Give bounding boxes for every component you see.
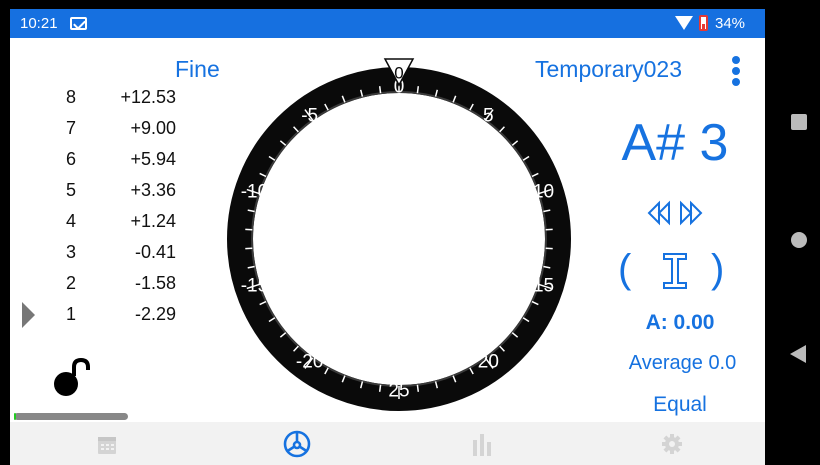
partial-row[interactable]: 7 +9.00 <box>66 118 196 149</box>
dial-tick <box>416 384 420 392</box>
note-name: A# 3 <box>621 114 729 172</box>
dial-label: 25 <box>388 381 409 402</box>
partial-cents: -1.58 <box>134 273 176 293</box>
status-bar: 10:21 34% <box>10 9 765 38</box>
battery-low-icon <box>699 15 708 31</box>
dial-zero-label: 0 <box>394 64 403 83</box>
status-time: 10:21 <box>20 15 58 32</box>
partial-number: 7 <box>66 118 77 138</box>
right-paren-icon: ) <box>711 247 725 291</box>
dial-label: -15 <box>241 275 268 296</box>
app-screen: 10:21 34% Fine Temporary023 8 +12.53 7 +9.0… <box>10 9 765 465</box>
steering-wheel-icon[interactable] <box>281 428 313 460</box>
dial-tick <box>378 86 382 94</box>
partial-number: 1 <box>66 304 77 324</box>
partial-cents: +3.36 <box>130 180 176 200</box>
partial-cents: +5.94 <box>130 149 176 169</box>
text-cursor-icon <box>663 253 687 289</box>
a-offset-value[interactable]: A: 0.00 <box>620 311 740 335</box>
partial-row[interactable]: 1 -2.29 <box>66 304 196 335</box>
home-button[interactable] <box>791 232 807 248</box>
bar-chart-icon[interactable] <box>466 428 498 460</box>
bottom-navigation <box>10 422 765 465</box>
tuning-dial: 0510152025-20-15-10-50 <box>227 58 571 411</box>
partial-number: 5 <box>66 180 77 200</box>
dial-label: -20 <box>296 351 323 372</box>
partial-cents: -0.41 <box>134 242 176 262</box>
partial-row[interactable]: 5 +3.36 <box>66 180 196 211</box>
partial-number: 4 <box>66 211 77 231</box>
average-value[interactable]: Average 0.0 <box>610 352 755 375</box>
level-progress-fill <box>14 413 17 420</box>
back-button[interactable] <box>790 345 806 363</box>
dial-label: 10 <box>533 182 554 203</box>
partial-row[interactable]: 2 -1.58 <box>66 273 196 304</box>
partial-cents: +9.00 <box>130 118 176 138</box>
partial-number: 8 <box>66 87 77 107</box>
wifi-icon <box>675 16 693 30</box>
dial-label: 15 <box>533 275 554 296</box>
partial-cents: -2.29 <box>134 304 176 324</box>
dial-label: -10 <box>241 182 268 203</box>
more-options-icon[interactable] <box>731 56 741 92</box>
left-paren-icon: ( <box>618 247 632 291</box>
dial-inner-rim <box>251 91 547 387</box>
partial-number: 2 <box>66 273 77 293</box>
partial-row[interactable]: 4 +1.24 <box>66 211 196 242</box>
partial-cents: +12.53 <box>120 87 176 107</box>
calendar-icon[interactable] <box>91 428 123 460</box>
partial-number: 3 <box>66 242 77 262</box>
partial-row[interactable]: 3 -0.41 <box>66 242 196 273</box>
mail-icon <box>70 17 87 30</box>
dial-label: -5 <box>301 106 318 127</box>
partial-cents: +1.24 <box>130 211 176 231</box>
recents-button[interactable] <box>791 114 807 130</box>
level-progress-bar <box>14 413 128 420</box>
partial-row[interactable]: 8 +12.53 <box>66 87 196 118</box>
dial-tick <box>378 384 382 392</box>
partial-number: 6 <box>66 149 77 169</box>
dial-label: 5 <box>483 106 494 127</box>
battery-percent: 34% <box>715 15 746 32</box>
shift-arrows-icon[interactable] <box>645 199 705 227</box>
dial-label: 20 <box>478 351 499 372</box>
dial-ring <box>227 67 571 411</box>
gear-icon[interactable] <box>656 428 688 460</box>
temperament-name[interactable]: Equal <box>620 393 740 417</box>
selected-partial-pointer-icon <box>22 302 35 328</box>
partial-row[interactable]: 6 +5.94 <box>66 149 196 180</box>
unlock-icon[interactable] <box>52 357 92 397</box>
dial-tick <box>416 86 420 94</box>
